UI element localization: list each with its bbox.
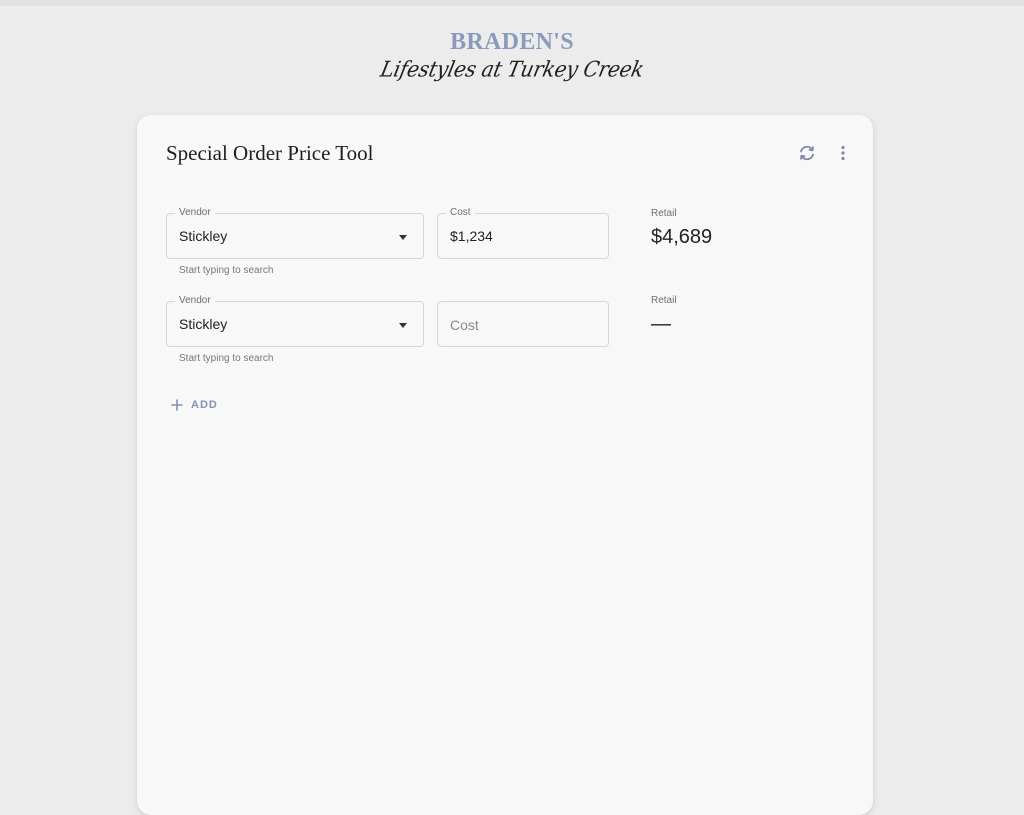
logo-brand-name: BRADEN'S (450, 29, 574, 55)
vendor-value: Stickley (179, 316, 228, 332)
add-row-button[interactable]: ADD (171, 395, 218, 415)
price-tool-card: Special Order Price Tool Vendor Stickley… (137, 115, 873, 815)
retail-value: $4,689 (651, 226, 713, 248)
more-vert-icon (841, 145, 845, 161)
cost-input[interactable]: Cost (437, 301, 609, 347)
vendor-select[interactable]: Vendor Stickley (166, 294, 424, 347)
vendor-label: Vendor (175, 206, 215, 220)
refresh-icon (800, 145, 814, 161)
refresh-button[interactable] (795, 141, 819, 165)
dropdown-arrow-icon[interactable] (399, 235, 407, 240)
retail-label: Retail (651, 208, 677, 219)
vendor-label: Vendor (175, 294, 215, 308)
vendor-helper-text: Start typing to search (179, 353, 274, 364)
retail-label: Retail (651, 295, 677, 306)
logo-tagline: Lifestyles at Turkey Creek (377, 56, 647, 82)
page-title: Special Order Price Tool (166, 141, 374, 165)
retail-empty-value: — (651, 313, 671, 335)
cost-input[interactable]: Cost $1,234 (437, 206, 609, 259)
cost-placeholder: Cost (450, 317, 479, 333)
plus-icon (171, 399, 183, 411)
cost-value: $1,234 (450, 228, 493, 244)
vendor-value: Stickley (179, 228, 228, 244)
more-options-button[interactable] (831, 141, 855, 165)
cost-label: Cost (446, 206, 475, 220)
vendor-select[interactable]: Vendor Stickley (166, 206, 424, 259)
top-strip (0, 0, 1024, 6)
brand-logo: BRADEN'S Lifestyles at Turkey Creek (0, 28, 1024, 82)
dropdown-arrow-icon[interactable] (399, 323, 407, 328)
add-button-label: ADD (191, 399, 218, 411)
vendor-helper-text: Start typing to search (179, 265, 274, 276)
